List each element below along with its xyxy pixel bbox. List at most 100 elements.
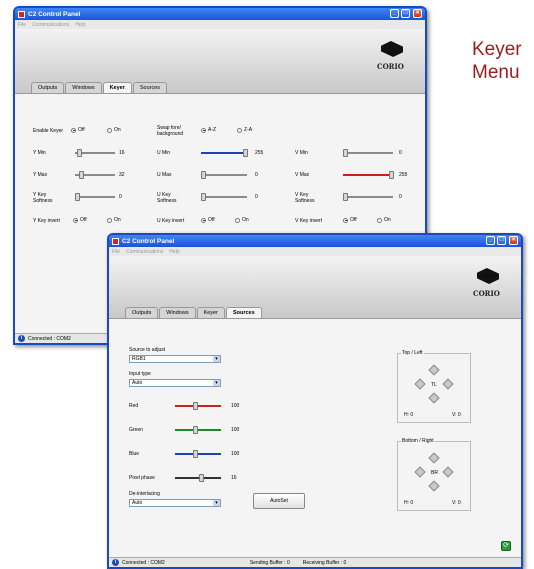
top-left-left-arrow-icon[interactable] <box>414 378 426 390</box>
tab-bar: Outputs Windows Keyer Sources <box>125 307 262 318</box>
v-min-slider[interactable] <box>343 149 393 157</box>
u-min-slider[interactable] <box>201 149 248 157</box>
y-invert-on-radio[interactable]: On <box>107 217 121 223</box>
v-max-label: V Max <box>295 172 310 178</box>
refresh-icon[interactable]: ⟳ <box>501 541 511 551</box>
autoset-button[interactable]: AutoSet <box>253 493 305 509</box>
top-left-down-arrow-icon[interactable] <box>428 392 440 404</box>
y-min-value: 16 <box>119 150 125 156</box>
swap-az-radio[interactable]: A-Z <box>201 127 216 133</box>
sources-panel: Source to adjust RGB1 Input type Auto Re… <box>109 318 521 560</box>
swap-za-radio[interactable]: Z-A <box>237 127 252 133</box>
blue-label: Blue <box>129 451 140 457</box>
info-icon: i <box>112 559 119 566</box>
tab-bar: Outputs Windows Keyer Sources <box>31 82 168 93</box>
corio-logo: CORIO <box>471 268 505 298</box>
top-left-up-arrow-icon[interactable] <box>428 364 440 376</box>
window-title: C2 Control Panel <box>122 237 175 245</box>
u-min-value: 255 <box>255 150 264 156</box>
enable-keyer-on-radio[interactable]: On <box>107 127 121 133</box>
y-key-softness-label: Y Key Softness <box>33 192 53 204</box>
menu-file[interactable]: File <box>18 22 26 28</box>
v-invert-on-radio[interactable]: On <box>377 217 391 223</box>
u-invert-on-radio[interactable]: On <box>235 217 249 223</box>
pixel-phase-value: 16 <box>231 475 237 481</box>
blue-slider[interactable] <box>175 450 221 458</box>
tab-windows[interactable]: Windows <box>159 307 196 318</box>
close-button[interactable]: × <box>413 9 422 18</box>
v-key-softness-value: 0 <box>399 194 402 200</box>
u-key-softness-slider[interactable] <box>201 193 247 201</box>
u-max-value: 0 <box>255 172 258 178</box>
caption-line-1: Keyer <box>472 39 522 60</box>
u-key-softness-label: U Key Softness <box>157 192 177 204</box>
bottom-right-left-arrow-icon[interactable] <box>414 466 426 478</box>
menu-communications[interactable]: Communications <box>32 22 69 28</box>
tab-keyer[interactable]: Keyer <box>196 307 225 318</box>
y-key-softness-slider[interactable] <box>75 193 115 201</box>
u-key-softness-value: 0 <box>255 194 258 200</box>
red-slider[interactable] <box>175 402 221 410</box>
u-invert-off-radio[interactable]: Off <box>201 217 215 223</box>
enable-keyer-off-radio[interactable]: Off <box>71 127 85 133</box>
bottom-right-group: Bottom / Right BR H: 0 V: 0 <box>397 438 471 511</box>
minimize-button[interactable]: _ <box>486 236 495 245</box>
minimize-button[interactable]: _ <box>390 9 399 18</box>
corio-logo: CORIO <box>375 41 409 71</box>
top-left-right-arrow-icon[interactable] <box>442 378 454 390</box>
maximize-button[interactable]: □ <box>497 236 506 245</box>
info-icon: i <box>18 335 25 342</box>
v-max-value: 255 <box>399 172 408 178</box>
enable-keyer-label: Enable Keyer <box>33 128 64 134</box>
app-icon <box>18 10 25 18</box>
menu-help[interactable]: Help <box>75 22 85 28</box>
maximize-button[interactable]: □ <box>401 9 410 18</box>
tab-windows[interactable]: Windows <box>65 82 102 93</box>
bottom-right-down-arrow-icon[interactable] <box>428 480 440 492</box>
close-button[interactable]: × <box>509 236 518 245</box>
red-value: 100 <box>231 403 240 409</box>
connection-status: Connected : COM2 <box>122 559 165 566</box>
menu-file[interactable]: File <box>112 249 120 255</box>
bottom-right-right-arrow-icon[interactable] <box>442 466 454 478</box>
header: CORIO Outputs Windows Keyer Sources <box>15 29 425 93</box>
v-min-label: V Min <box>295 150 308 156</box>
tab-sources[interactable]: Sources <box>225 307 262 318</box>
red-label: Red <box>129 403 139 409</box>
de-interlacing-label: De-interlacing <box>129 491 160 497</box>
v-invert-off-radio[interactable]: Off <box>343 217 357 223</box>
source-select[interactable]: RGB1 <box>129 355 221 363</box>
pixel-phase-label: Pixel phase <box>129 475 155 481</box>
y-max-slider[interactable] <box>75 171 115 179</box>
u-max-slider[interactable] <box>201 171 247 179</box>
input-type-label: Input type <box>129 371 151 377</box>
v-max-slider[interactable] <box>343 171 394 179</box>
green-value: 100 <box>231 427 240 433</box>
tab-outputs[interactable]: Outputs <box>31 82 65 93</box>
v-key-softness-slider[interactable] <box>343 193 393 201</box>
menu-communications[interactable]: Communications <box>126 249 163 255</box>
de-interlacing-select[interactable]: Auto <box>129 499 221 507</box>
caption-line-2: Menu <box>472 62 520 83</box>
menu-help[interactable]: Help <box>169 249 179 255</box>
tab-keyer[interactable]: Keyer <box>102 82 132 93</box>
front-window: C2 Control Panel _ □ × File Communicatio… <box>107 233 523 569</box>
y-min-slider[interactable] <box>75 149 115 157</box>
tab-outputs[interactable]: Outputs <box>125 307 159 318</box>
pixel-phase-slider[interactable] <box>175 474 221 482</box>
blue-value: 100 <box>231 451 240 457</box>
green-slider[interactable] <box>175 426 221 434</box>
y-key-softness-value: 0 <box>119 194 122 200</box>
bottom-right-center-label: BR <box>431 470 438 476</box>
window-title: C2 Control Panel <box>28 10 81 18</box>
input-type-select[interactable]: Auto <box>129 379 221 387</box>
connection-status: Connected : COM2 <box>28 335 71 342</box>
v-min-value: 0 <box>399 150 402 156</box>
header: CORIO Outputs Windows Keyer Sources <box>109 256 521 318</box>
v-key-softness-label: V Key Softness <box>295 192 315 204</box>
u-key-invert-label: U Key invert <box>157 218 185 224</box>
y-invert-off-radio[interactable]: Off <box>73 217 87 223</box>
bottom-right-up-arrow-icon[interactable] <box>428 452 440 464</box>
tab-sources[interactable]: Sources <box>132 82 168 93</box>
menubar: File Communications Help <box>109 247 521 256</box>
